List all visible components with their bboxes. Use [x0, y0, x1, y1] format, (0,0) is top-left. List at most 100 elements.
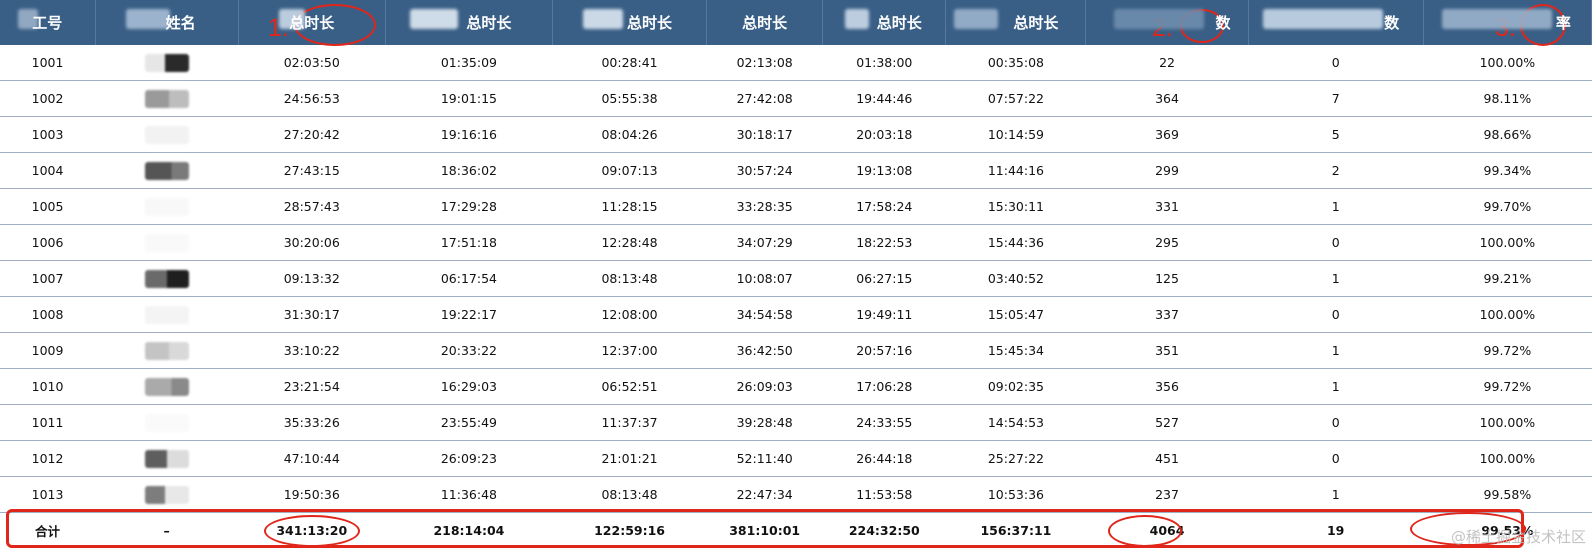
- cell-value: 5: [1248, 116, 1424, 153]
- table-row[interactable]: 1010 23:21:54 16:29:03 06:52:51 26:09:03…: [0, 368, 1592, 405]
- cell-value: 03:40:52: [945, 260, 1086, 297]
- cell-value: 295: [1085, 224, 1249, 261]
- cell-value: 99.72%: [1423, 368, 1592, 405]
- table-row[interactable]: 1002 24:56:53 19:01:15 05:55:38 27:42:08…: [0, 80, 1592, 117]
- cell-value: 237: [1085, 476, 1249, 513]
- cell-value: 11:37:37: [552, 404, 707, 441]
- header-total-duration-4[interactable]: 总时长: [706, 0, 824, 45]
- cell-name: [95, 188, 239, 225]
- cell-value: 11:28:15: [552, 188, 707, 225]
- cell-value: 356: [1085, 368, 1249, 405]
- cell-employee-id: 1001: [0, 45, 96, 81]
- header-total-duration-6[interactable]: 总时长: [945, 0, 1087, 45]
- table-row[interactable]: 1001 02:03:50 01:35:09 00:28:41 02:13:08…: [0, 45, 1592, 81]
- cell-value: 11:53:58: [822, 476, 946, 513]
- cell-name: [95, 260, 239, 297]
- table-row[interactable]: 1003 27:20:42 19:16:16 08:04:26 30:18:17…: [0, 116, 1592, 153]
- cell-value: 31:30:17: [238, 296, 386, 333]
- cell-value: 17:58:24: [822, 188, 946, 225]
- cell-value: 08:04:26: [552, 116, 707, 153]
- cell-value: 15:30:11: [945, 188, 1086, 225]
- table-row[interactable]: 1011 35:33:26 23:55:49 11:37:37 39:28:48…: [0, 404, 1592, 441]
- total-row[interactable]: 合计 – 341:13:20 218:14:04 122:59:16 381:1…: [0, 513, 1592, 548]
- header-total-duration-5[interactable]: 总时长: [822, 0, 947, 45]
- cell-name: [95, 476, 239, 513]
- header-count-1[interactable]: 数: [1085, 0, 1249, 45]
- cell-value: 15:45:34: [945, 332, 1086, 369]
- cell-value: 09:13:32: [238, 260, 386, 297]
- table-row[interactable]: 1005 28:57:43 17:29:28 11:28:15 33:28:35…: [0, 188, 1592, 225]
- table-row[interactable]: 1013 19:50:36 11:36:48 08:13:48 22:47:34…: [0, 476, 1592, 513]
- cell-value: 19:49:11: [822, 296, 946, 333]
- header-total-duration-2[interactable]: 总时长: [385, 0, 553, 45]
- cell-value: 36:42:50: [706, 332, 823, 369]
- cell-employee-id: 1011: [0, 404, 96, 441]
- cell-value: 337: [1085, 296, 1249, 333]
- total-value: 381:10:01: [729, 522, 801, 538]
- cell-value: 02:03:50: [238, 45, 386, 81]
- header-total-duration-1[interactable]: 总时长: [238, 0, 386, 45]
- cell-value: 11:36:48: [385, 476, 553, 513]
- table-row[interactable]: 1004 27:43:15 18:36:02 09:07:13 30:57:24…: [0, 152, 1592, 189]
- cell-value: 26:44:18: [822, 440, 946, 477]
- cell-name: [95, 224, 239, 261]
- cell-name: [95, 332, 239, 369]
- cell-value: 17:29:28: [385, 188, 553, 225]
- cell-value: 08:13:48: [552, 476, 707, 513]
- cell-value: 07:57:22: [945, 80, 1086, 117]
- cell-employee-id: 1002: [0, 80, 96, 117]
- cell-value: 24:56:53: [238, 80, 386, 117]
- cell-employee-id: 1010: [0, 368, 96, 405]
- cell-value: 20:33:22: [385, 332, 553, 369]
- cell-value: 23:21:54: [238, 368, 386, 405]
- cell-value: 33:10:22: [238, 332, 386, 369]
- cell-value: 451: [1085, 440, 1249, 477]
- cell-value: 0: [1248, 296, 1424, 333]
- total-value: 19: [1326, 522, 1345, 538]
- cell-value: 22:47:34: [706, 476, 823, 513]
- cell-value: 26:09:23: [385, 440, 553, 477]
- table-row[interactable]: 1008 31:30:17 19:22:17 12:08:00 34:54:58…: [0, 296, 1592, 333]
- cell-value: 99.21%: [1423, 260, 1592, 297]
- header-total-duration-3[interactable]: 总时长: [552, 0, 708, 45]
- cell-value: 1: [1248, 188, 1424, 225]
- cell-value: 18:22:53: [822, 224, 946, 261]
- cell-value: 05:55:38: [552, 80, 707, 117]
- cell-value: 19:13:08: [822, 152, 946, 189]
- cell-value: 125: [1085, 260, 1249, 297]
- cell-value: 10:53:36: [945, 476, 1086, 513]
- cell-value: 364: [1085, 80, 1249, 117]
- cell-name: [95, 80, 239, 117]
- cell-value: 06:52:51: [552, 368, 707, 405]
- header-count-2[interactable]: 数: [1248, 0, 1424, 45]
- cell-value: 1: [1248, 260, 1424, 297]
- table-row[interactable]: 1006 30:20:06 17:51:18 12:28:48 34:07:29…: [0, 224, 1592, 261]
- cell-value: 39:28:48: [706, 404, 823, 441]
- header-employee-id[interactable]: 工号: [0, 0, 96, 45]
- cell-value: 10:08:07: [706, 260, 823, 297]
- cell-value: 34:07:29: [706, 224, 823, 261]
- cell-name: [95, 45, 239, 81]
- cell-value: 98.11%: [1423, 80, 1592, 117]
- cell-value: 17:06:28: [822, 368, 946, 405]
- total-value: 218:14:04: [433, 522, 505, 538]
- cell-value: 26:09:03: [706, 368, 823, 405]
- cell-value: 27:20:42: [238, 116, 386, 153]
- cell-value: 12:37:00: [552, 332, 707, 369]
- header-name[interactable]: 姓名: [95, 0, 239, 45]
- cell-name: [95, 404, 239, 441]
- table-row[interactable]: 1012 47:10:44 26:09:23 21:01:21 52:11:40…: [0, 440, 1592, 477]
- cell-employee-id: 1008: [0, 296, 96, 333]
- cell-employee-id: 1012: [0, 440, 96, 477]
- cell-value: 0: [1248, 440, 1424, 477]
- cell-value: 351: [1085, 332, 1249, 369]
- table-row[interactable]: 1007 09:13:32 06:17:54 08:13:48 10:08:07…: [0, 260, 1592, 297]
- cell-value: 35:33:26: [238, 404, 386, 441]
- cell-value: 14:54:53: [945, 404, 1086, 441]
- cell-value: 15:05:47: [945, 296, 1086, 333]
- cell-value: 100.00%: [1423, 45, 1592, 81]
- cell-employee-id: 1013: [0, 476, 96, 513]
- header-rate[interactable]: 率: [1423, 0, 1592, 45]
- table-row[interactable]: 1009 33:10:22 20:33:22 12:37:00 36:42:50…: [0, 332, 1592, 369]
- cell-value: 99.58%: [1423, 476, 1592, 513]
